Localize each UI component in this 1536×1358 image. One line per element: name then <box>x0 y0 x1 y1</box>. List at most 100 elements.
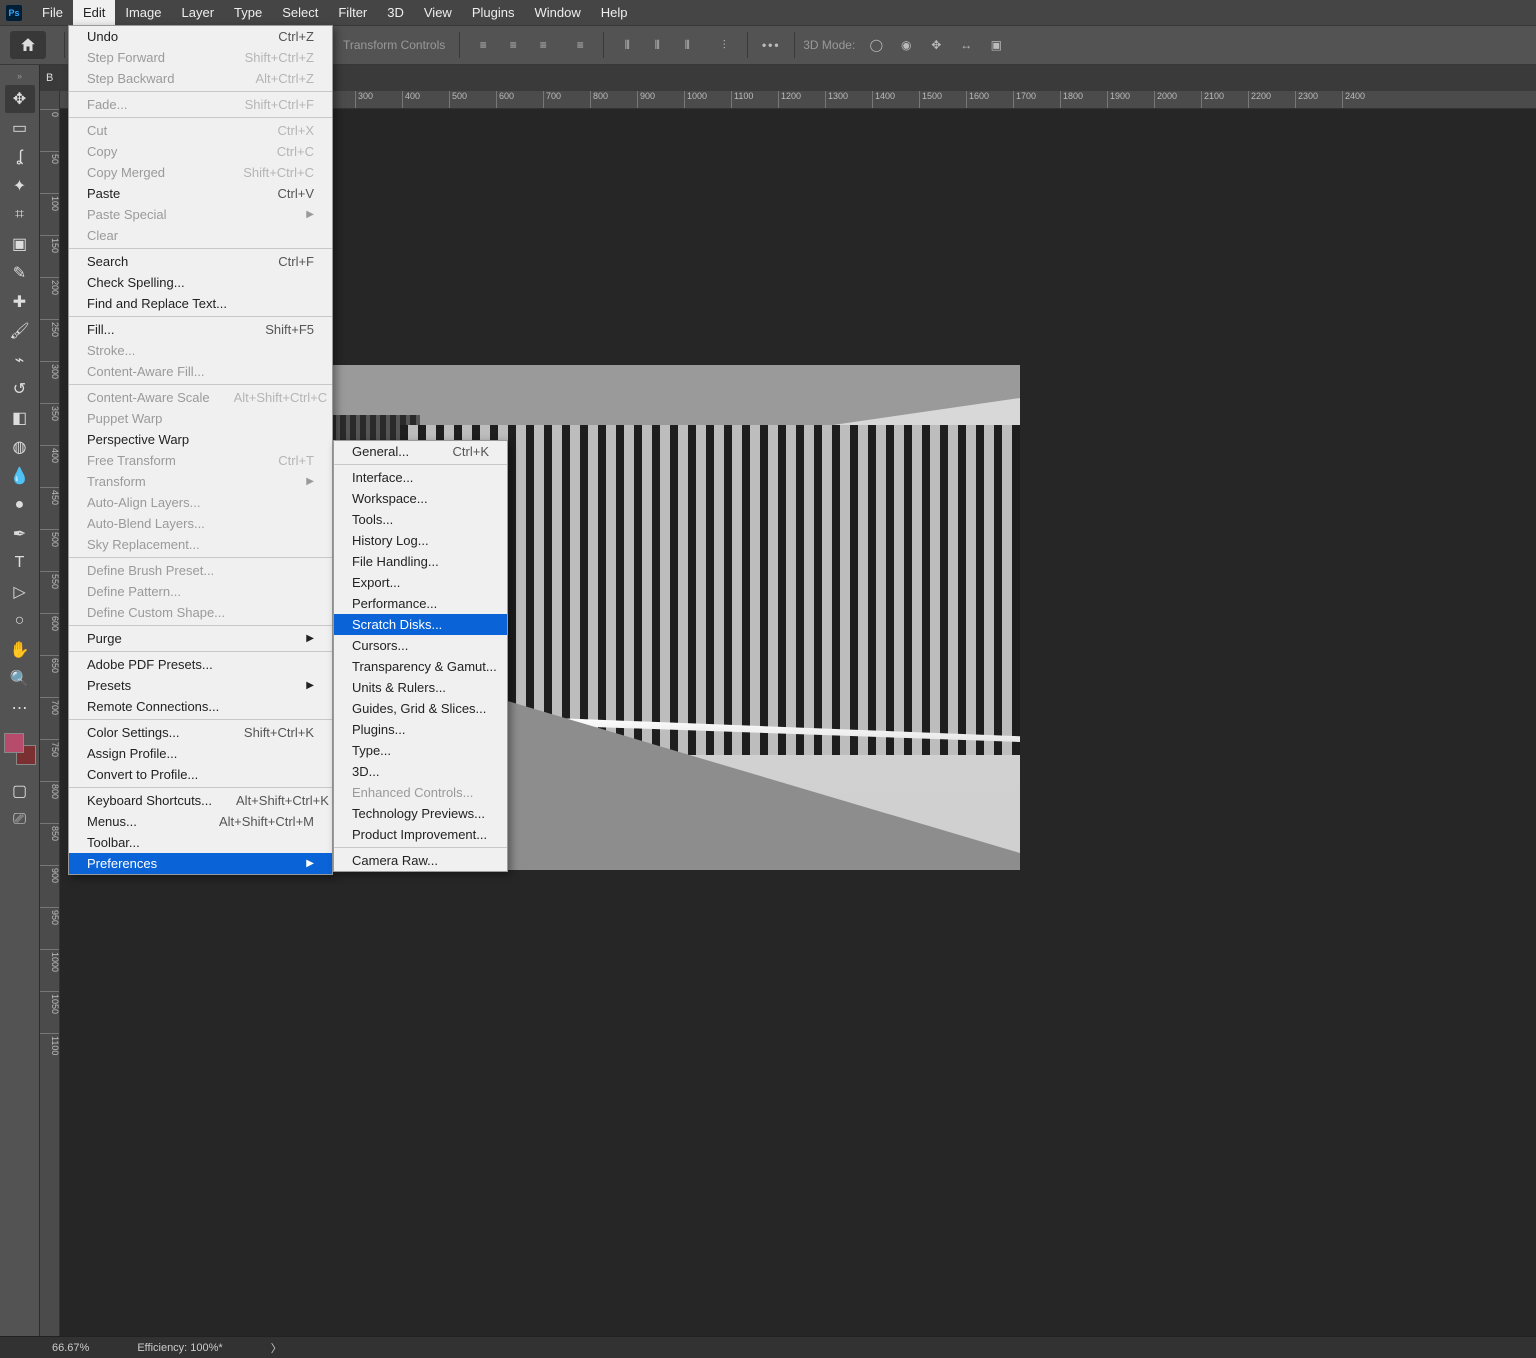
edit-menu-item-stroke[interactable]: Stroke... <box>69 340 332 361</box>
edit-menu-item-toolbar[interactable]: Toolbar... <box>69 832 332 853</box>
edit-menu-item-transform[interactable]: Transform▶ <box>69 471 332 492</box>
paint-bucket-tool[interactable]: ◍ <box>5 433 35 461</box>
edit-menu-item-convert-to-profile[interactable]: Convert to Profile... <box>69 764 332 785</box>
edit-menu-item-fade[interactable]: Fade...Shift+Ctrl+F <box>69 94 332 115</box>
align-center-icon[interactable]: ≡ <box>501 33 525 57</box>
edit-menu-item-remote-connections[interactable]: Remote Connections... <box>69 696 332 717</box>
toolbar-expand-icon[interactable]: » <box>0 71 39 85</box>
healing-tool[interactable]: ✚ <box>5 288 35 316</box>
rect-marquee-tool[interactable]: ▭ <box>5 114 35 142</box>
shape-tool[interactable]: ○ <box>5 607 35 635</box>
menu-select[interactable]: Select <box>272 0 328 25</box>
pref-menu-item-technology-previews[interactable]: Technology Previews... <box>334 803 507 824</box>
edit-menu-item-purge[interactable]: Purge▶ <box>69 628 332 649</box>
edit-menu-item-undo[interactable]: UndoCtrl+Z <box>69 26 332 47</box>
brush-tool[interactable]: 🖌 <box>5 317 35 345</box>
edit-menu-item-content-aware-scale[interactable]: Content-Aware ScaleAlt+Shift+Ctrl+C <box>69 387 332 408</box>
edit-menu-item-assign-profile[interactable]: Assign Profile... <box>69 743 332 764</box>
lasso-tool[interactable]: ʆ <box>5 143 35 171</box>
pref-menu-item-interface[interactable]: Interface... <box>334 467 507 488</box>
align-right-icon[interactable]: ≡ <box>531 33 555 57</box>
path-select-tool[interactable]: ▷ <box>5 578 35 606</box>
magic-wand-tool[interactable]: ✦ <box>5 172 35 200</box>
edit-menu-item-step-backward[interactable]: Step BackwardAlt+Ctrl+Z <box>69 68 332 89</box>
edit-menu-item-presets[interactable]: Presets▶ <box>69 675 332 696</box>
pref-menu-item-camera-raw[interactable]: Camera Raw... <box>334 850 507 871</box>
pref-menu-item-workspace[interactable]: Workspace... <box>334 488 507 509</box>
blur-tool[interactable]: 💧 <box>5 462 35 490</box>
efficiency-readout[interactable]: Efficiency: 100%* <box>137 1342 222 1354</box>
more-options-icon[interactable]: ••• <box>759 33 783 57</box>
edit-menu-item-content-aware-fill[interactable]: Content-Aware Fill... <box>69 361 332 382</box>
frame-tool[interactable]: ▣ <box>5 230 35 258</box>
home-button[interactable] <box>10 31 46 59</box>
pen-tool[interactable]: ✒ <box>5 520 35 548</box>
pref-menu-item-scratch-disks[interactable]: Scratch Disks... <box>334 614 507 635</box>
distribute-middle-icon[interactable]: ⫴ <box>645 33 669 57</box>
3d-pan-icon[interactable]: ✥ <box>924 33 948 57</box>
edit-menu-item-define-custom-shape[interactable]: Define Custom Shape... <box>69 602 332 623</box>
3d-slide-icon[interactable]: ↔ <box>954 33 978 57</box>
menu-help[interactable]: Help <box>591 0 638 25</box>
edit-menu-item-perspective-warp[interactable]: Perspective Warp <box>69 429 332 450</box>
pref-menu-item-general[interactable]: General...Ctrl+K <box>334 441 507 462</box>
edit-menu-item-cut[interactable]: CutCtrl+X <box>69 120 332 141</box>
edit-menu-item-check-spelling[interactable]: Check Spelling... <box>69 272 332 293</box>
pref-menu-item-transparency-gamut[interactable]: Transparency & Gamut... <box>334 656 507 677</box>
edit-menu-item-find-and-replace-text[interactable]: Find and Replace Text... <box>69 293 332 314</box>
menu-type[interactable]: Type <box>224 0 272 25</box>
menu-plugins[interactable]: Plugins <box>462 0 525 25</box>
edit-menu-item-clear[interactable]: Clear <box>69 225 332 246</box>
edit-menu-item-paste-special[interactable]: Paste Special▶ <box>69 204 332 225</box>
edit-menu-item-copy-merged[interactable]: Copy MergedShift+Ctrl+C <box>69 162 332 183</box>
hand-tool[interactable]: ✋ <box>5 636 35 664</box>
move-tool[interactable]: ✥ <box>5 85 35 113</box>
clone-tool[interactable]: ⌁ <box>5 346 35 374</box>
edit-menu-item-auto-blend-layers[interactable]: Auto-Blend Layers... <box>69 513 332 534</box>
edit-menu-item-copy[interactable]: CopyCtrl+C <box>69 141 332 162</box>
edit-menu-item-color-settings[interactable]: Color Settings...Shift+Ctrl+K <box>69 722 332 743</box>
document-tab[interactable]: B <box>46 72 53 84</box>
pref-menu-item-units-rulers[interactable]: Units & Rulers... <box>334 677 507 698</box>
edit-menu-item-define-pattern[interactable]: Define Pattern... <box>69 581 332 602</box>
edit-menu-item-search[interactable]: SearchCtrl+F <box>69 251 332 272</box>
edit-menu-item-paste[interactable]: PasteCtrl+V <box>69 183 332 204</box>
more-tool[interactable]: ⋯ <box>5 694 35 722</box>
edit-menu-item-keyboard-shortcuts[interactable]: Keyboard Shortcuts...Alt+Shift+Ctrl+K <box>69 790 332 811</box>
zoom-tool[interactable]: 🔍 <box>5 665 35 693</box>
pref-menu-item-history-log[interactable]: History Log... <box>334 530 507 551</box>
menu-3d[interactable]: 3D <box>377 0 414 25</box>
dodge-tool[interactable]: ● <box>5 491 35 519</box>
quick-mask-icon[interactable]: ▢ <box>5 777 35 805</box>
3d-roll-icon[interactable]: ◉ <box>894 33 918 57</box>
edit-menu-item-free-transform[interactable]: Free TransformCtrl+T <box>69 450 332 471</box>
edit-menu-item-fill[interactable]: Fill...Shift+F5 <box>69 319 332 340</box>
pref-menu-item-cursors[interactable]: Cursors... <box>334 635 507 656</box>
pref-menu-item-3d[interactable]: 3D... <box>334 761 507 782</box>
foreground-color-swatch[interactable] <box>4 733 24 753</box>
color-swatch[interactable] <box>4 733 36 765</box>
align-justify-icon[interactable]: ≡ <box>568 33 592 57</box>
edit-menu-item-adobe-pdf-presets[interactable]: Adobe PDF Presets... <box>69 654 332 675</box>
edit-menu-item-define-brush-preset[interactable]: Define Brush Preset... <box>69 560 332 581</box>
distribute-spacing-icon[interactable]: ⫶ <box>712 33 736 57</box>
history-brush-tool[interactable]: ↺ <box>5 375 35 403</box>
edit-menu-item-preferences[interactable]: Preferences▶ <box>69 853 332 874</box>
pref-menu-item-export[interactable]: Export... <box>334 572 507 593</box>
pref-menu-item-type[interactable]: Type... <box>334 740 507 761</box>
3d-camera-icon[interactable]: ▣ <box>984 33 1008 57</box>
status-caret-icon[interactable]: 〉 <box>271 1340 282 1356</box>
menu-image[interactable]: Image <box>115 0 171 25</box>
pref-menu-item-performance[interactable]: Performance... <box>334 593 507 614</box>
distribute-bottom-icon[interactable]: ⫴ <box>675 33 699 57</box>
3d-orbit-icon[interactable]: ◯ <box>864 33 888 57</box>
pref-menu-item-product-improvement[interactable]: Product Improvement... <box>334 824 507 845</box>
edit-menu-item-step-forward[interactable]: Step ForwardShift+Ctrl+Z <box>69 47 332 68</box>
align-left-icon[interactable]: ≡ <box>471 33 495 57</box>
pref-menu-item-tools[interactable]: Tools... <box>334 509 507 530</box>
menu-filter[interactable]: Filter <box>328 0 377 25</box>
edit-menu-item-puppet-warp[interactable]: Puppet Warp <box>69 408 332 429</box>
edit-menu-item-auto-align-layers[interactable]: Auto-Align Layers... <box>69 492 332 513</box>
menu-layer[interactable]: Layer <box>172 0 225 25</box>
pref-menu-item-file-handling[interactable]: File Handling... <box>334 551 507 572</box>
